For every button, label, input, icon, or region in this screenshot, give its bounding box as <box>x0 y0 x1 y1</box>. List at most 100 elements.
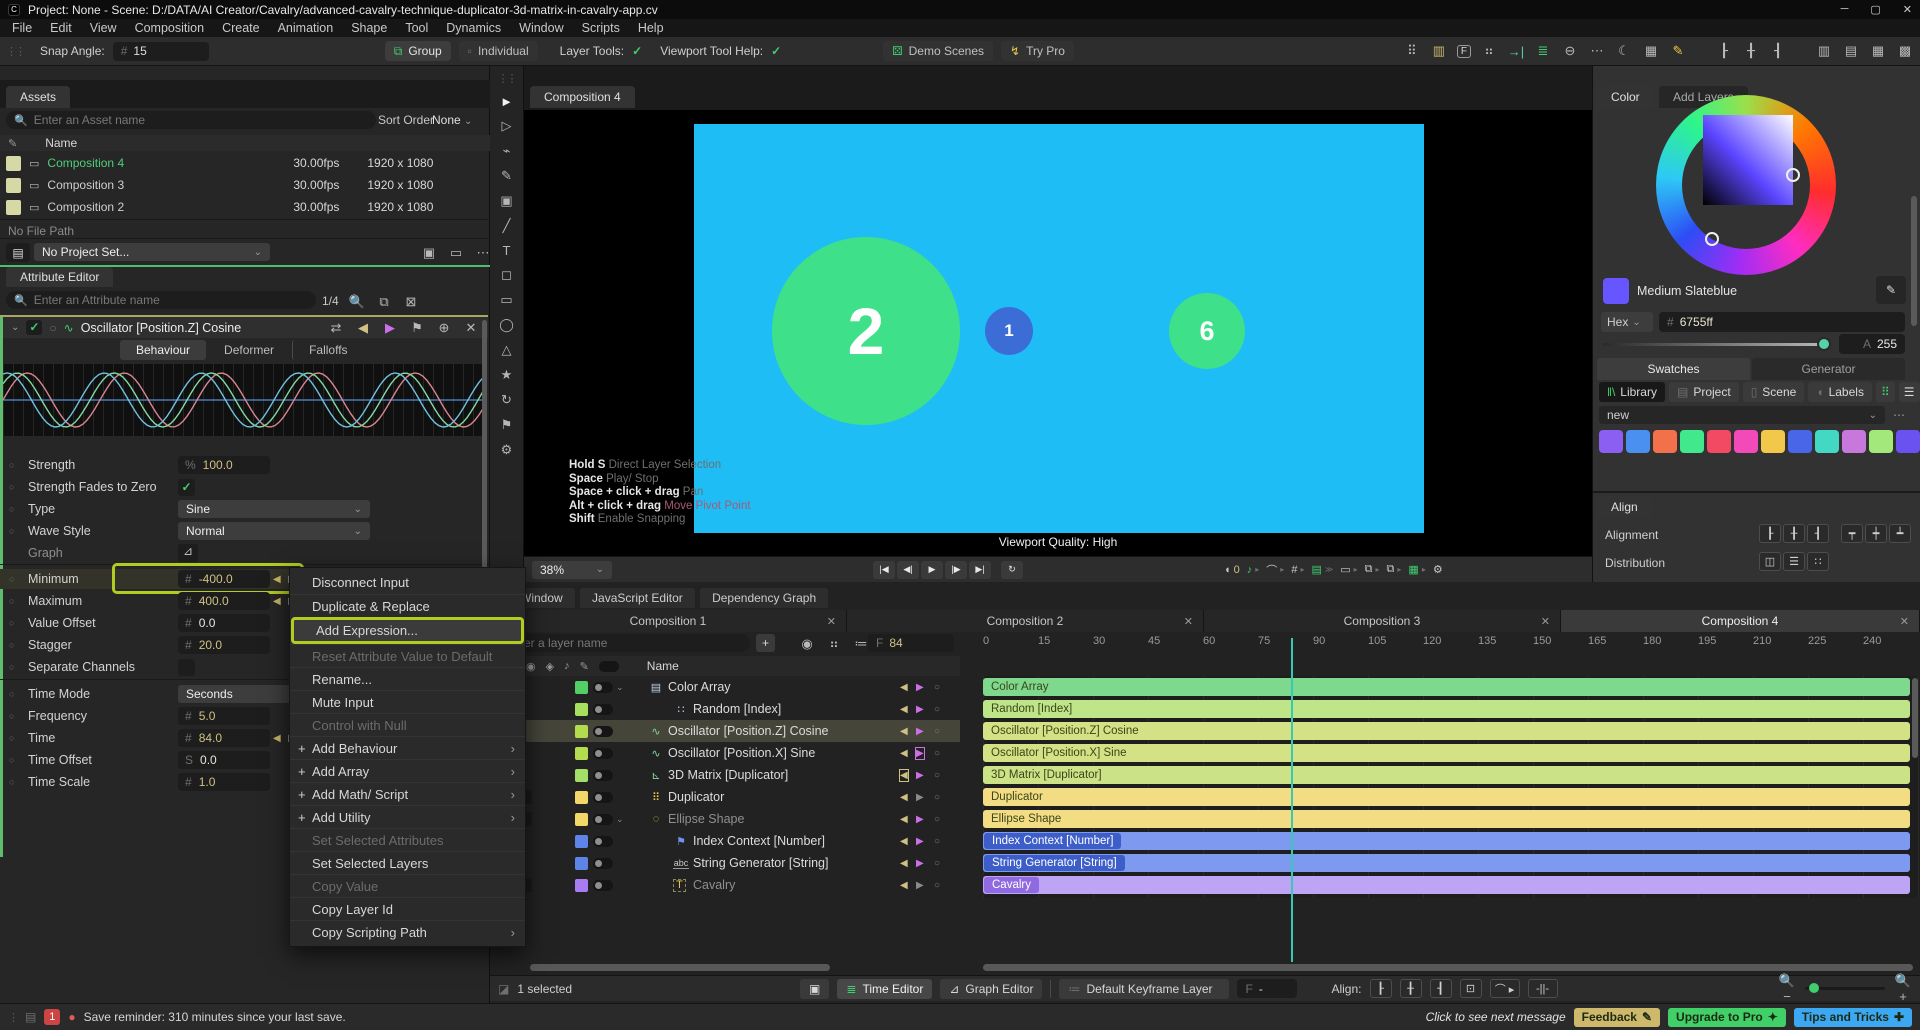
crosshair-icon[interactable]: ⊕ <box>435 320 453 336</box>
hex-value-field[interactable]: #6755ff <box>1659 312 1905 332</box>
project-set-icon[interactable]: ▤ <box>6 243 30 262</box>
asset-color-swatch[interactable] <box>6 177 21 193</box>
layer-toggle[interactable] <box>593 813 613 825</box>
snap-grid-icon[interactable]: ⠶ <box>1480 43 1498 59</box>
maximize-button[interactable]: ▢ <box>1870 3 1880 16</box>
next-key-icon[interactable]: ▶ <box>916 814 924 825</box>
layer-swatch[interactable] <box>575 812 588 826</box>
folder-icon[interactable]: ▣ <box>420 245 438 261</box>
camera-tool[interactable]: ▣ <box>500 193 512 209</box>
add-key-icon[interactable]: ○ <box>934 814 940 825</box>
add-key-icon[interactable]: ○ <box>934 704 940 715</box>
grid-snap-icon[interactable]: # ▸ <box>1291 564 1304 576</box>
track-random[interactable]: Random [Index] <box>983 700 1910 718</box>
menu-item-add-array[interactable]: + Add Array › <box>290 759 525 782</box>
attribute-search-input[interactable] <box>33 293 308 307</box>
layer-toggle[interactable] <box>593 857 613 869</box>
menu-item-disconnect-input[interactable]: Disconnect Input <box>290 571 525 594</box>
add-key-icon[interactable]: ○ <box>934 726 940 737</box>
zoom-in-icon[interactable]: 🔍+ <box>1894 973 1912 1004</box>
split-layout-icon[interactable]: ▩ <box>1896 43 1914 59</box>
swatch[interactable] <box>1680 430 1704 453</box>
time-editor-button[interactable]: ≣ Time Editor <box>837 978 933 999</box>
direct-select-tool[interactable]: ▷ <box>502 118 512 134</box>
asset-row-composition-4[interactable]: ▭ Composition 4 30.00fps 1920 x 1080 <box>0 152 482 174</box>
layer-row-index-context[interactable]: ✓ ⚑Index Context [Number] ◀▶○ <box>490 830 960 852</box>
track-string-generator[interactable]: String Generator [String] <box>983 854 1910 872</box>
hex-mode-dropdown[interactable]: Hex ⌄ <box>1601 312 1653 332</box>
layer-toggle[interactable] <box>593 769 613 781</box>
alpha-slider[interactable] <box>1603 343 1825 346</box>
sv-selector[interactable] <box>1786 168 1800 182</box>
next-key-icon[interactable]: ▶ <box>916 858 924 869</box>
track-ellipse-shape[interactable]: Ellipse Shape <box>983 810 1910 828</box>
layer-swatch[interactable] <box>575 724 588 738</box>
scene-tab[interactable]: ▯ Scene <box>1742 382 1805 402</box>
layer-toggle[interactable] <box>593 703 613 715</box>
maximum-step-down-icon[interactable]: ◀ <box>273 596 281 607</box>
strength-field[interactable]: % 100.0 <box>178 456 270 474</box>
toolbar-grip[interactable]: ⋮⋮ <box>6 45 26 58</box>
asset-row-composition-3[interactable]: ▭ Composition 3 30.00fps 1920 x 1080 <box>0 174 482 196</box>
eyedropper-button[interactable]: ✎ <box>1876 276 1906 304</box>
menu-view[interactable]: View <box>90 21 117 35</box>
timeline-tab-composition-3[interactable]: Composition 3 ✕ <box>1204 610 1561 632</box>
add-key-icon[interactable]: ○ <box>934 836 940 847</box>
timeline-ruler[interactable]: 0 15 30 45 60 75 90 105 120 135 150 165 … <box>983 632 1920 654</box>
close-icon[interactable]: ✕ <box>1184 615 1193 628</box>
close-icon[interactable]: ✕ <box>827 615 836 628</box>
menu-composition[interactable]: Composition <box>135 21 204 35</box>
align-left-icon[interactable]: ┠ <box>1715 43 1733 59</box>
swatch[interactable] <box>1626 430 1650 453</box>
more-dots-icon[interactable]: ⋯ <box>1588 43 1606 59</box>
polygon-tool[interactable]: △ <box>502 342 512 358</box>
align-vcenter-button[interactable]: ┿ <box>1865 524 1887 543</box>
track-oscillator-z[interactable]: Oscillator [Position.Z] Cosine <box>983 722 1910 740</box>
swatch[interactable] <box>1896 430 1920 453</box>
box-select-keys-button[interactable]: ⊡ <box>1459 979 1482 998</box>
swatch[interactable] <box>1788 430 1812 453</box>
swatch[interactable] <box>1869 430 1893 453</box>
layer-row-string-generator[interactable]: ✓ abcString Generator [String] ◀▶○ <box>490 852 960 874</box>
next-key-icon[interactable]: ▶ <box>916 726 924 737</box>
group-mode-button[interactable]: ⧉ Group <box>384 41 451 61</box>
layer-row-ellipse-shape[interactable]: ⌄ ◌ Ellipse Shape ◀ ▶ ○ <box>490 808 960 830</box>
timeline-tab-composition-2[interactable]: Composition 2 ✕ <box>847 610 1204 632</box>
separate-channels-checkbox[interactable] <box>178 658 195 676</box>
grid-view-button[interactable]: ⠿ <box>1875 382 1895 402</box>
viewport-tool-help-check-icon[interactable]: ✓ <box>771 44 781 58</box>
prev-key-icon[interactable]: ◀ <box>900 748 908 759</box>
pen-icon[interactable]: ✎ <box>1669 43 1687 59</box>
eyedropper-icon[interactable]: ✎ <box>8 137 17 150</box>
asset-color-swatch[interactable] <box>6 199 21 215</box>
type-dropdown[interactable]: Sine ⌄ <box>178 500 370 518</box>
add-key-icon[interactable]: ○ <box>934 792 940 803</box>
prev-key-icon[interactable]: ◀ <box>900 814 908 825</box>
track-duplicator[interactable]: Duplicator <box>983 788 1910 806</box>
pivot-tool[interactable]: ⚑ <box>501 417 513 433</box>
close-icon[interactable]: ✕ <box>1900 615 1909 628</box>
track-cavalry[interactable]: Cavalry <box>983 876 1910 894</box>
next-key-icon[interactable]: ▶ <box>916 682 924 693</box>
menu-item-rename[interactable]: Rename... <box>290 667 525 690</box>
attribute-editor-tab[interactable]: Attribute Editor <box>6 267 114 287</box>
layer-toggle[interactable] <box>593 747 613 759</box>
viewport-settings-gear-icon[interactable]: ⚙ <box>1433 563 1443 576</box>
prev-key-icon[interactable]: ◀ <box>900 682 908 693</box>
attribute-section-header[interactable]: ⌄ ✓ ○ ∿ Oscillator [Position.Z] Cosine ⇄… <box>3 317 488 338</box>
shape-circle-6[interactable]: 6 <box>1169 293 1245 369</box>
menu-animation[interactable]: Animation <box>278 21 334 35</box>
prev-key-icon[interactable]: ◀ <box>900 726 908 737</box>
upgrade-to-pro-button[interactable]: Upgrade to Pro ✦ <box>1668 1007 1786 1027</box>
swatch[interactable] <box>1653 430 1677 453</box>
skip-to-end-button[interactable]: ▶| <box>969 560 991 579</box>
labels-tab[interactable]: ◖ Labels <box>1808 382 1872 402</box>
monitor-icon[interactable]: ▭ <box>447 245 465 261</box>
time-step-down-icon[interactable]: ◀ <box>273 733 281 744</box>
project-set-dropdown[interactable]: No Project Set... ⌄ <box>34 243 270 261</box>
prev-key-icon[interactable]: ◀ <box>900 858 908 869</box>
skip-to-start-button[interactable]: |◀ <box>873 560 895 579</box>
generator-tab[interactable]: Generator <box>1752 358 1905 380</box>
layer-row-oscillator-z[interactable]: ✓ ∿Oscillator [Position.Z] Cosine ◀▶○ <box>490 720 960 742</box>
speaker-icon[interactable]: ♪ ▸ <box>1247 564 1260 576</box>
